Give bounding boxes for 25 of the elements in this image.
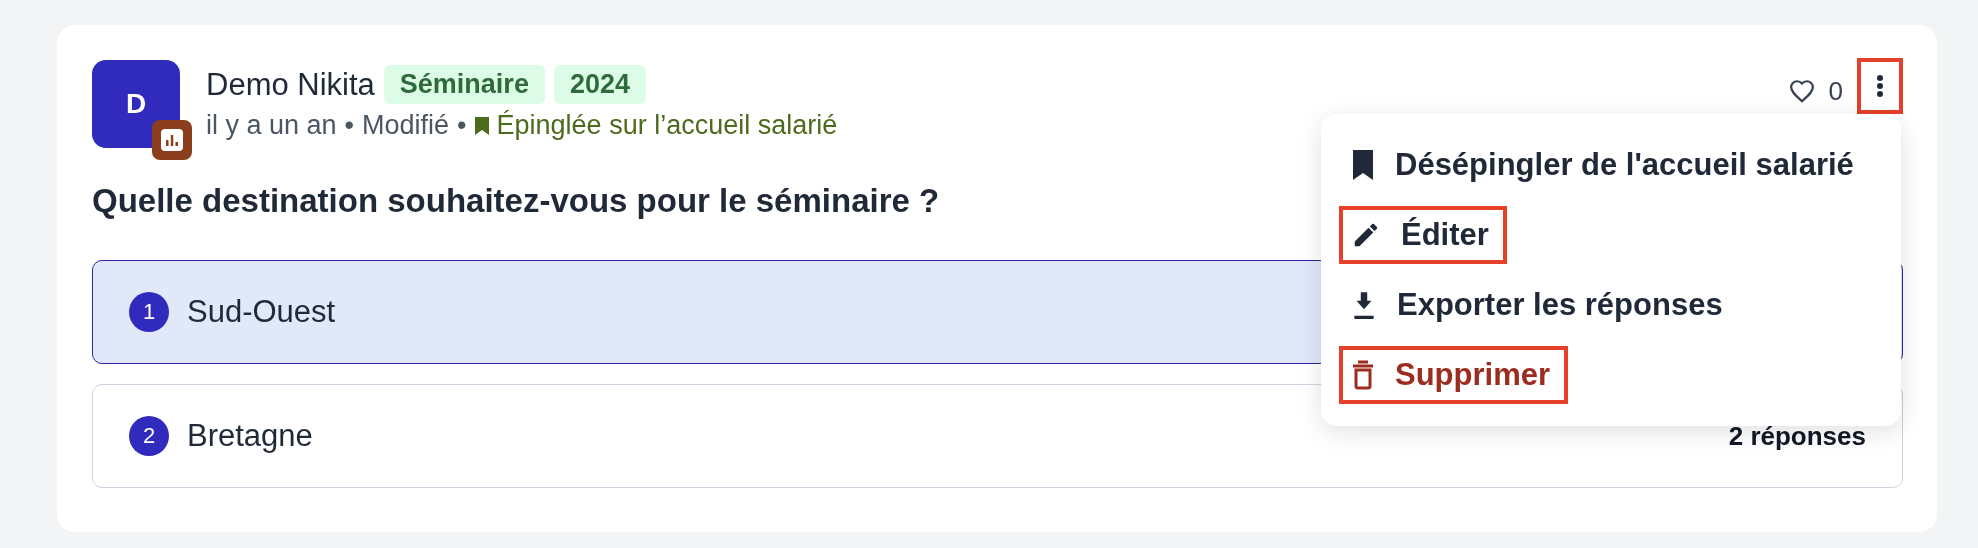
response-count: 2 réponses (1728, 420, 1866, 452)
author-name: Demo Nikita (206, 66, 375, 103)
tag: 2024 (553, 65, 646, 104)
bookmark-icon (1351, 150, 1375, 180)
poll-question: Quelle destination souhaitez-vous pour le séminaire ? (92, 182, 941, 220)
option-label: Sud-Ouest (187, 294, 336, 330)
menu-item[interactable]: Désépingler de l'accueil salarié (1339, 136, 1872, 194)
download-icon (1351, 290, 1377, 320)
pinned-label: Épinglée sur l’accueil salarié (496, 110, 838, 141)
menu-item[interactable]: Exporter les réponses (1339, 276, 1741, 334)
more-button[interactable] (1857, 58, 1903, 114)
heart-icon[interactable] (1788, 79, 1815, 103)
option-number: 2 (129, 416, 169, 456)
option-number: 1 (129, 292, 169, 332)
edited-label: Modifié (362, 110, 450, 141)
trash-icon (1351, 360, 1375, 390)
kebab-icon (1876, 74, 1884, 98)
separator: • (344, 110, 355, 141)
post-time: il y a un an (206, 110, 337, 141)
like-count: 0 (1828, 75, 1843, 107)
tag: Séminaire (383, 65, 545, 104)
bookmark-icon (474, 116, 489, 135)
poll-badge-icon (152, 120, 192, 160)
option-label: Bretagne (187, 418, 313, 454)
separator: • (457, 110, 467, 141)
